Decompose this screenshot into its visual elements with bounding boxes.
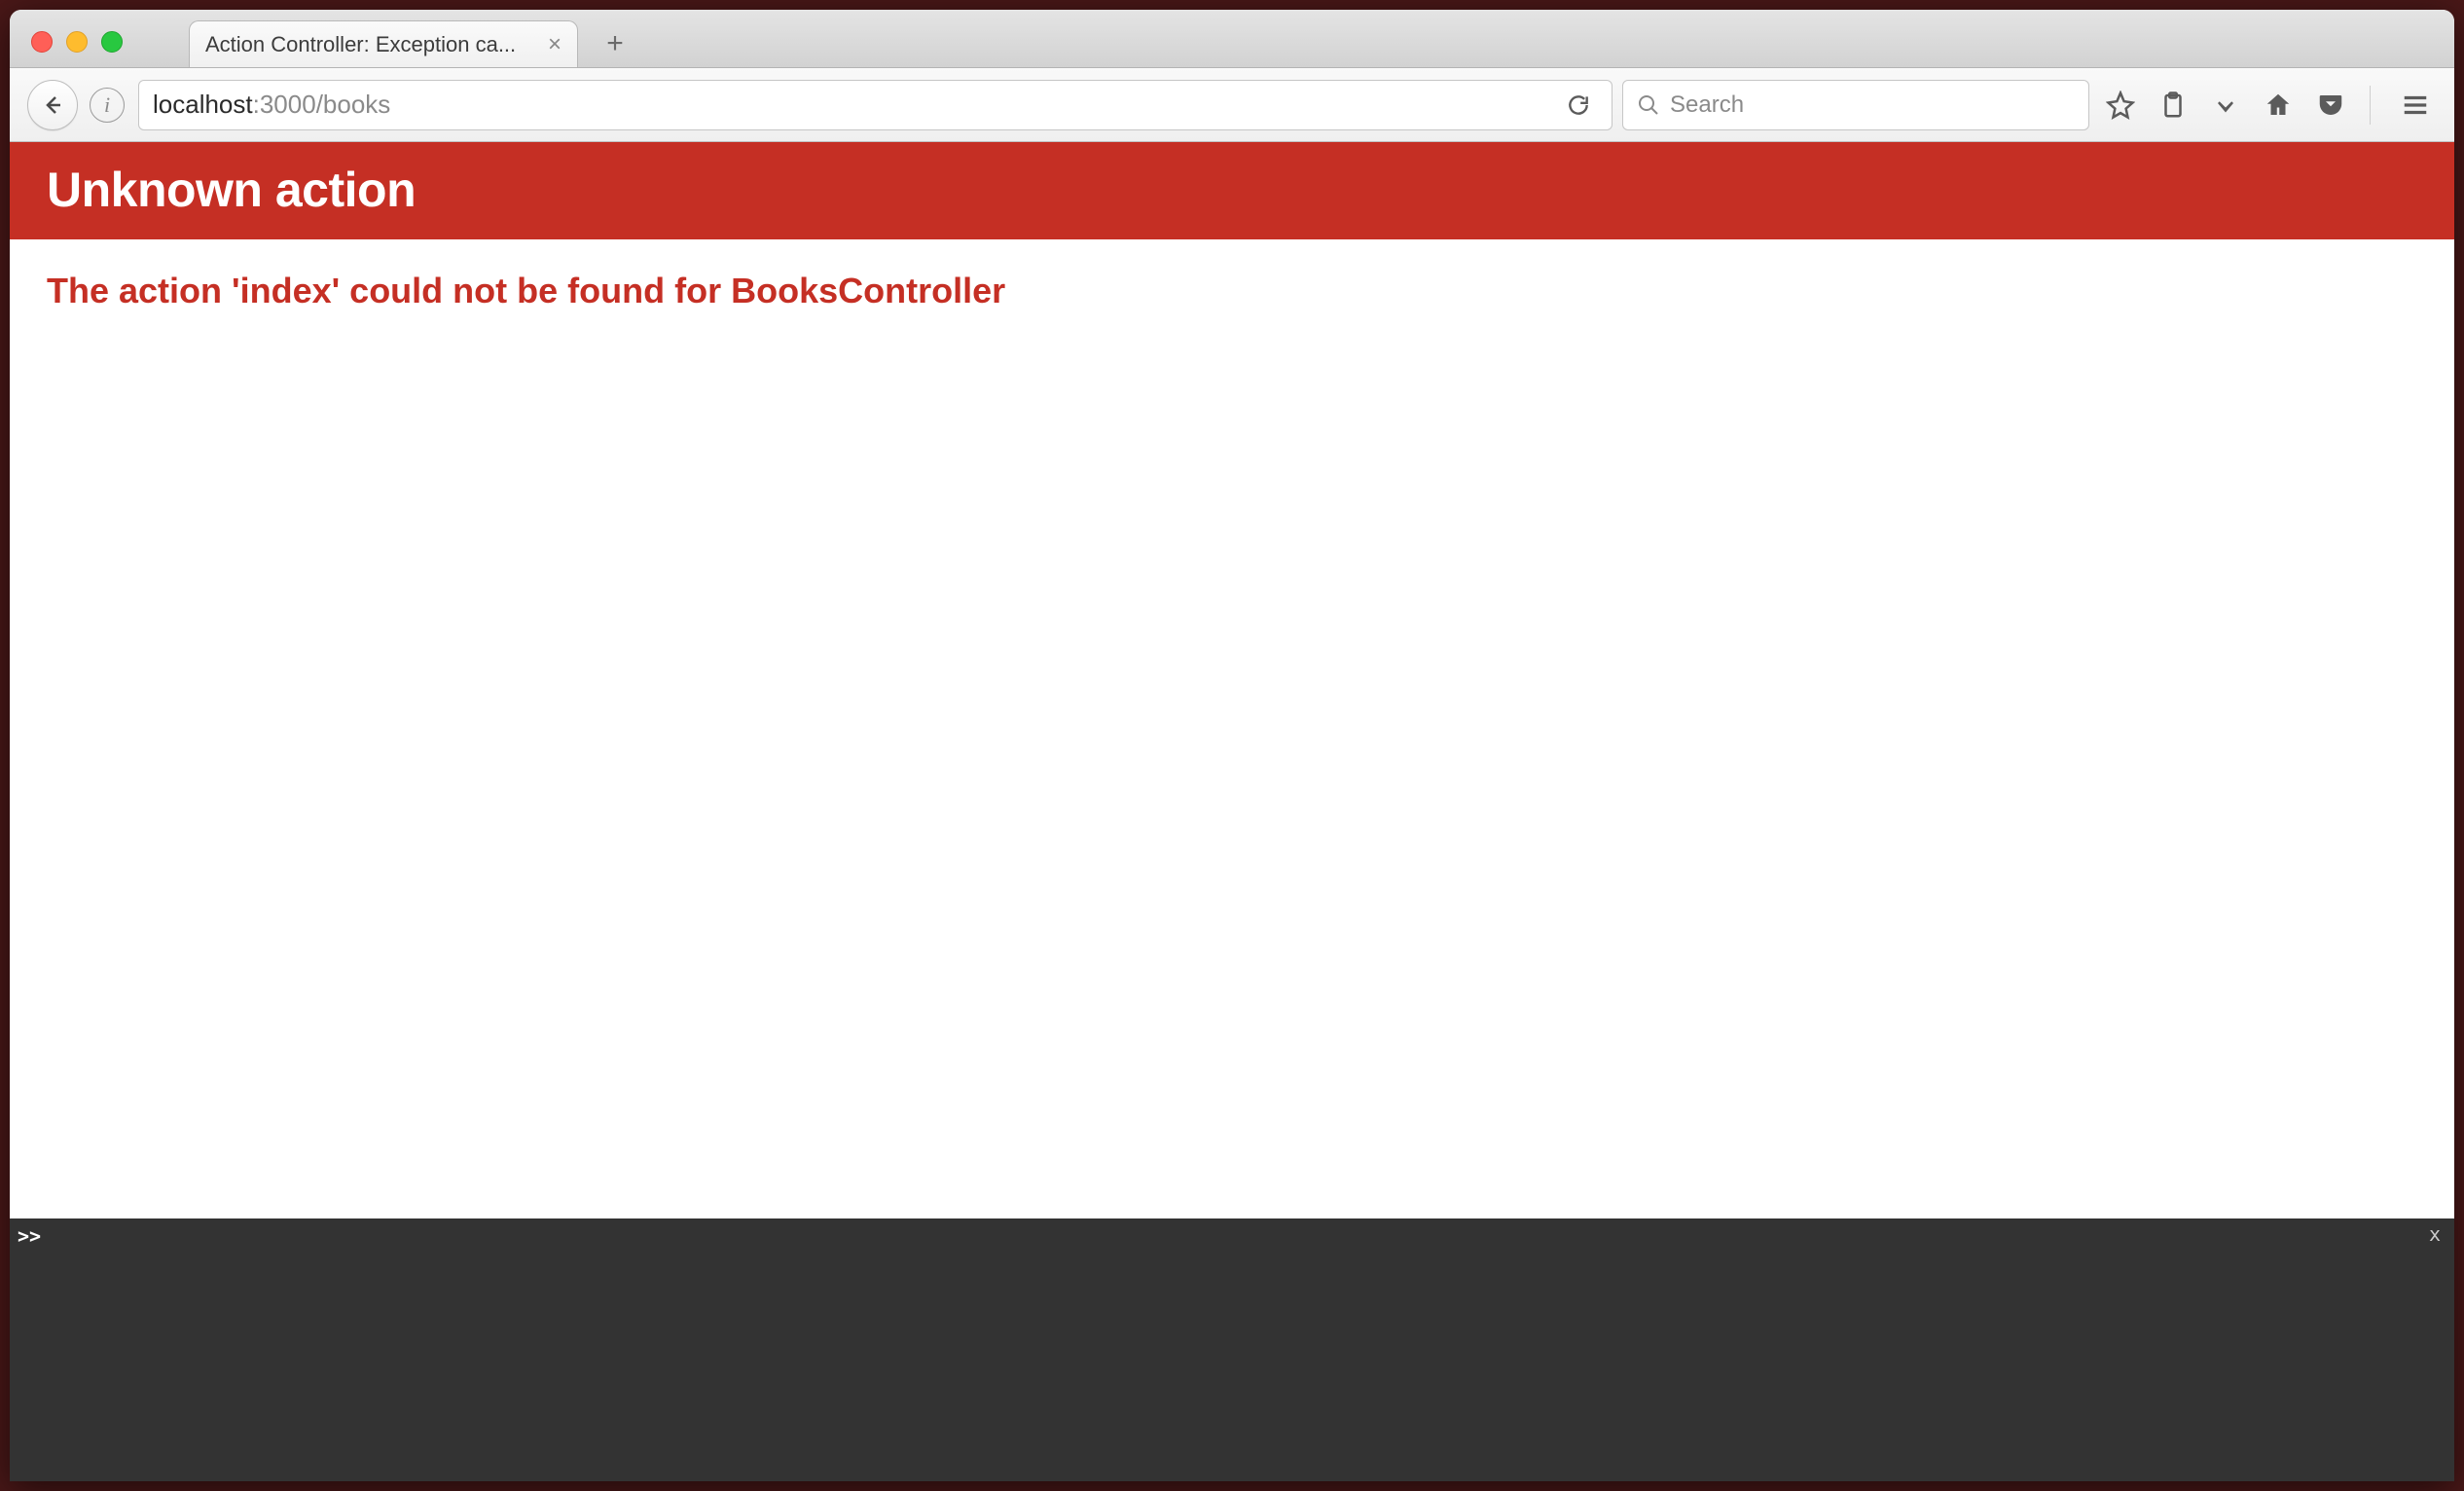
download-button[interactable]: [2204, 84, 2247, 127]
library-button[interactable]: [2152, 84, 2194, 127]
error-title: Unknown action: [47, 162, 2417, 218]
reload-button[interactable]: [1559, 92, 1598, 118]
reload-icon: [1566, 92, 1591, 118]
tab-close-icon[interactable]: ×: [548, 31, 562, 58]
pocket-icon: [2316, 91, 2345, 120]
pocket-button[interactable]: [2309, 84, 2352, 127]
home-button[interactable]: [2257, 84, 2300, 127]
clipboard-icon: [2158, 91, 2188, 120]
page-content: Unknown action The action 'index' could …: [10, 142, 2454, 1481]
tab-bar: Action Controller: Exception ca... × +: [10, 10, 2454, 68]
search-bar[interactable]: Search: [1622, 80, 2089, 130]
browser-window: Action Controller: Exception ca... × + i…: [10, 10, 2454, 1481]
error-body: The action 'index' could not be found fo…: [10, 239, 2454, 1218]
home-icon: [2264, 91, 2293, 120]
browser-tab[interactable]: Action Controller: Exception ca... ×: [189, 20, 578, 67]
error-header: Unknown action: [10, 142, 2454, 239]
hamburger-icon: [2401, 91, 2430, 120]
debug-console[interactable]: >> x: [10, 1218, 2454, 1481]
download-icon: [2211, 91, 2240, 120]
url-bar[interactable]: localhost:3000/books: [138, 80, 1612, 130]
search-placeholder: Search: [1670, 91, 1744, 119]
toolbar-divider: [2370, 86, 2371, 125]
star-icon: [2106, 91, 2135, 120]
url-rest: :3000/books: [253, 90, 391, 120]
tab-title: Action Controller: Exception ca...: [205, 32, 538, 57]
search-icon: [1637, 93, 1660, 117]
window-close-button[interactable]: [31, 31, 53, 53]
console-close-button[interactable]: x: [2429, 1222, 2441, 1246]
back-arrow-icon: [41, 93, 64, 117]
window-minimize-button[interactable]: [66, 31, 88, 53]
console-prompt: >>: [18, 1224, 41, 1248]
window-maximize-button[interactable]: [101, 31, 123, 53]
back-button[interactable]: [27, 80, 78, 130]
site-info-button[interactable]: i: [90, 88, 125, 123]
new-tab-button[interactable]: +: [596, 24, 634, 63]
menu-button[interactable]: [2394, 84, 2437, 127]
error-message: The action 'index' could not be found fo…: [47, 271, 2417, 311]
toolbar: i localhost:3000/books Search: [10, 68, 2454, 142]
bookmark-star-button[interactable]: [2099, 84, 2142, 127]
url-host: localhost: [153, 90, 253, 120]
window-controls: [31, 31, 123, 53]
